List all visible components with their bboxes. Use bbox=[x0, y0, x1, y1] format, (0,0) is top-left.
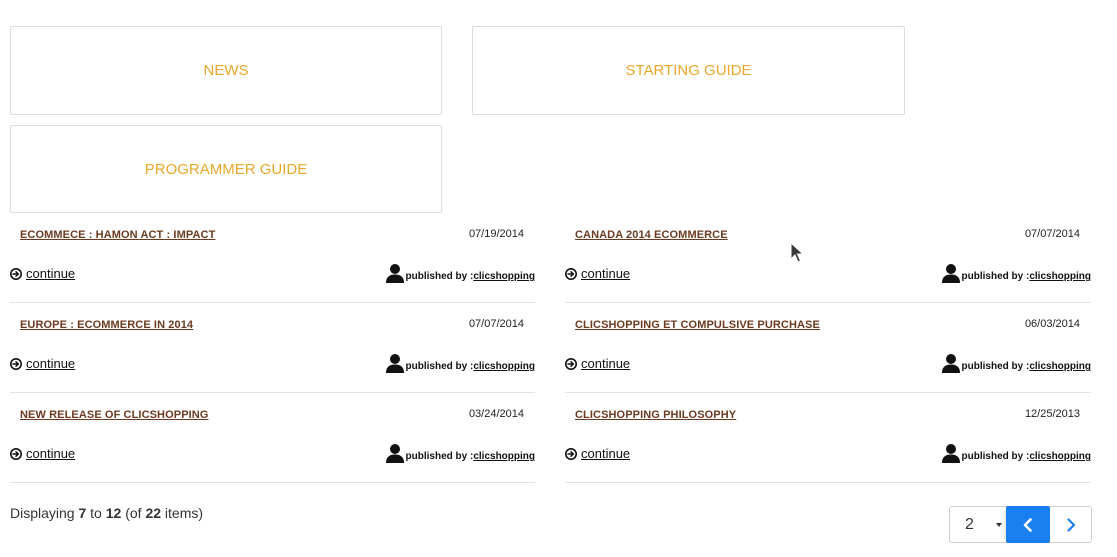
continue-link[interactable]: continue bbox=[565, 446, 630, 461]
pagination-control: 2 bbox=[949, 506, 1092, 543]
continue-link[interactable]: continue bbox=[10, 446, 75, 461]
article-author: published by : clicshopping bbox=[941, 263, 1091, 283]
circle-arrow-right-icon bbox=[565, 357, 577, 370]
article-item: CLICSHOPPING PHILOSOPHY 12/25/2013 continu… bbox=[565, 393, 1091, 483]
published-by-label: published by : bbox=[961, 271, 1030, 282]
range-to: 12 bbox=[105, 505, 122, 521]
circle-arrow-right-icon bbox=[565, 267, 577, 280]
article-item: CLICSHOPPING ET COMPULSIVE PURCHASE 06/03… bbox=[565, 303, 1091, 393]
published-by-label: published by : bbox=[405, 361, 474, 372]
article-author: published by : clicshopping bbox=[941, 443, 1091, 463]
article-author: published by : clicshopping bbox=[385, 353, 535, 373]
continue-label: continue bbox=[26, 446, 76, 461]
author-link[interactable]: clicshopping bbox=[473, 451, 535, 462]
continue-link[interactable]: continue bbox=[565, 266, 630, 281]
article-item: CANADA 2014 ECOMMERCE 07/07/2014 continue p… bbox=[565, 213, 1091, 303]
previous-page-button[interactable] bbox=[1006, 506, 1050, 543]
article-title-link[interactable]: CANADA 2014 ECOMMERCE bbox=[575, 229, 728, 241]
article-title-link[interactable]: NEW RELEASE OF CLICSHOPPING bbox=[20, 409, 209, 421]
author-link[interactable]: clicshopping bbox=[1029, 271, 1091, 282]
article-date: 07/07/2014 bbox=[468, 318, 524, 330]
page-select-value: 2 bbox=[965, 515, 974, 533]
circle-arrow-right-icon bbox=[565, 447, 577, 460]
next-page-button[interactable] bbox=[1050, 507, 1092, 542]
category-starting-guide-link[interactable]: STARTING GUIDE bbox=[472, 26, 905, 115]
continue-label: continue bbox=[26, 266, 76, 281]
continue-link[interactable]: continue bbox=[10, 266, 75, 281]
circle-arrow-right-icon bbox=[10, 267, 22, 280]
article-author: published by : clicshopping bbox=[941, 353, 1091, 373]
article-date: 03/24/2014 bbox=[468, 408, 524, 420]
article-title-link[interactable]: CLICSHOPPING PHILOSOPHY bbox=[575, 409, 736, 421]
of-prefix: (of bbox=[121, 505, 146, 521]
total-items: 22 bbox=[145, 505, 162, 521]
continue-link[interactable]: continue bbox=[565, 356, 630, 371]
article-title-link[interactable]: CLICSHOPPING ET COMPULSIVE PURCHASE bbox=[575, 319, 820, 331]
published-by-label: published by : bbox=[961, 451, 1030, 462]
caret-down-icon bbox=[996, 523, 1002, 527]
circle-arrow-right-icon bbox=[10, 447, 22, 460]
article-item: ECOMMECE : HAMON ACT : IMPACT 07/19/2014 c… bbox=[10, 213, 535, 303]
chevron-right-icon bbox=[1067, 517, 1076, 532]
continue-label: continue bbox=[581, 446, 631, 461]
article-item: EUROPE : ECOMMERCE IN 2014 07/07/2014 cont… bbox=[10, 303, 535, 393]
circle-arrow-right-icon bbox=[10, 357, 22, 370]
author-link[interactable]: clicshopping bbox=[1029, 361, 1091, 372]
to-word: to bbox=[86, 505, 106, 521]
user-icon bbox=[941, 264, 960, 283]
article-date: 07/07/2014 bbox=[1024, 228, 1080, 240]
user-icon bbox=[941, 354, 960, 373]
article-author: published by : clicshopping bbox=[385, 443, 535, 463]
article-date: 06/03/2014 bbox=[1024, 318, 1080, 330]
published-by-label: published by : bbox=[405, 451, 474, 462]
article-title-link[interactable]: EUROPE : ECOMMERCE IN 2014 bbox=[20, 319, 193, 331]
user-icon bbox=[385, 444, 404, 463]
category-news-link[interactable]: NEWS bbox=[10, 26, 442, 115]
published-by-label: published by : bbox=[405, 271, 474, 282]
author-link[interactable]: clicshopping bbox=[473, 361, 535, 372]
chevron-left-icon bbox=[1023, 517, 1032, 532]
continue-label: continue bbox=[581, 266, 631, 281]
page-select[interactable]: 2 bbox=[950, 507, 1006, 542]
article-date: 12/25/2013 bbox=[1024, 408, 1080, 420]
pagination-summary: Displaying 7 to 12 (of 22 items) bbox=[10, 505, 203, 521]
author-link[interactable]: clicshopping bbox=[473, 271, 535, 282]
article-date: 07/19/2014 bbox=[468, 228, 524, 240]
displaying-prefix: Displaying bbox=[10, 505, 79, 521]
continue-link[interactable]: continue bbox=[10, 356, 75, 371]
category-programmer-guide-link[interactable]: PROGRAMMER GUIDE bbox=[10, 125, 442, 213]
user-icon bbox=[941, 444, 960, 463]
items-suffix: items) bbox=[161, 505, 204, 521]
article-item: NEW RELEASE OF CLICSHOPPING 03/24/2014 con… bbox=[10, 393, 535, 483]
continue-label: continue bbox=[26, 356, 76, 371]
continue-label: continue bbox=[581, 356, 631, 371]
published-by-label: published by : bbox=[961, 361, 1030, 372]
author-link[interactable]: clicshopping bbox=[1029, 451, 1091, 462]
mouse-pointer-icon bbox=[790, 242, 804, 263]
user-icon bbox=[385, 264, 404, 283]
article-title-link[interactable]: ECOMMECE : HAMON ACT : IMPACT bbox=[20, 229, 215, 241]
article-author: published by : clicshopping bbox=[385, 263, 535, 283]
user-icon bbox=[385, 354, 404, 373]
